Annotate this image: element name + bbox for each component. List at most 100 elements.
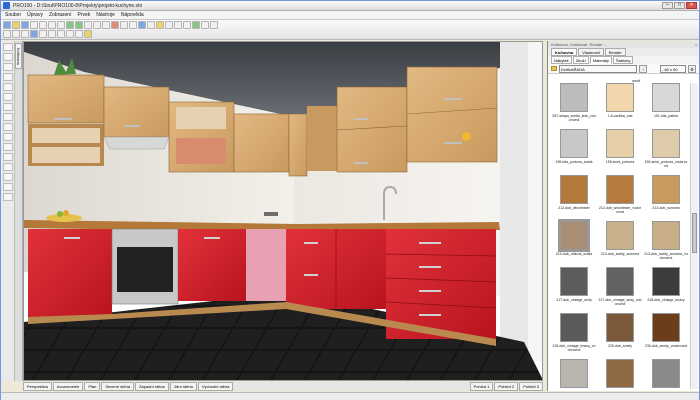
save-icon[interactable] xyxy=(21,21,29,29)
tab-view-3[interactable]: Pohled 3 xyxy=(519,382,543,391)
zoom-fit-icon[interactable] xyxy=(183,21,191,29)
menu-help[interactable]: Nápověda xyxy=(121,12,144,18)
rotate-icon[interactable] xyxy=(102,21,110,29)
solid-icon[interactable] xyxy=(48,30,56,38)
group-icon[interactable] xyxy=(120,21,128,29)
menu-tools[interactable]: Nástroje xyxy=(96,12,115,18)
zoom-out-icon[interactable] xyxy=(174,21,182,29)
material-swatch[interactable]: 155-smrk_portuna xyxy=(598,129,642,177)
camera-tool-icon[interactable] xyxy=(3,183,13,191)
tab-render[interactable]: Render xyxy=(604,48,626,56)
copy-icon[interactable] xyxy=(48,21,56,29)
light-icon[interactable] xyxy=(147,21,155,29)
align-icon[interactable] xyxy=(129,21,137,29)
material-swatch[interactable]: 217-dub_vintage_sedy_vodorovná xyxy=(598,267,642,315)
folder-select[interactable]: Dvířka\ŘADA xyxy=(559,64,637,73)
select-icon[interactable] xyxy=(84,21,92,29)
subtab-furniture[interactable]: Nábytek xyxy=(551,56,572,64)
material-swatch[interactable]: 231-dub_arcos xyxy=(552,359,596,389)
render-icon[interactable] xyxy=(138,21,146,29)
cut-icon[interactable] xyxy=(39,21,47,29)
thumbnail-size-select[interactable]: - 60 x 60 xyxy=(660,64,686,73)
view-top-icon[interactable] xyxy=(12,30,20,38)
material-swatch[interactable]: 217-dub_vintage_sedy xyxy=(552,267,596,315)
scrollbar-thumb[interactable] xyxy=(692,213,697,253)
tab-plan[interactable]: Plán xyxy=(84,382,101,391)
material-swatch[interactable]: 232-dub_arcos_vodorovná xyxy=(598,359,642,389)
material-swatch[interactable]: 230-dub_smely_vodorovná xyxy=(644,313,688,361)
camera-icon[interactable] xyxy=(156,21,164,29)
light-tool-icon[interactable] xyxy=(3,193,13,201)
paste-icon[interactable] xyxy=(57,21,65,29)
wall-icon[interactable] xyxy=(192,21,200,29)
view-front-icon[interactable] xyxy=(3,30,11,38)
close-button[interactable]: ✕ xyxy=(686,2,697,9)
zoom-in-icon[interactable] xyxy=(165,21,173,29)
panel-scrollbar[interactable] xyxy=(690,83,698,389)
subtab-goods[interactable]: Zboží xyxy=(572,56,589,64)
view-3d-icon[interactable] xyxy=(30,30,38,38)
undo-icon[interactable] xyxy=(66,21,74,29)
material-swatch[interactable]: 233-dub_grafit xyxy=(644,359,688,389)
wireframe-icon[interactable] xyxy=(39,30,47,38)
tab-properties[interactable]: Vlastnosti xyxy=(578,48,604,56)
layer-tool-icon[interactable] xyxy=(3,173,13,181)
tab-axonometric[interactable]: Axonometrie xyxy=(52,382,84,391)
material-swatch[interactable]: 213-dub_svetly_sonoma_vodorovná xyxy=(644,221,688,269)
shadow-icon[interactable] xyxy=(57,30,65,38)
distribute-tool-icon[interactable] xyxy=(3,133,13,141)
material-swatch[interactable]: 218-dub_vintage_tmavy_vodorovná xyxy=(552,313,596,361)
material-swatch[interactable]: 212-dub_sonoma xyxy=(644,175,688,223)
grid-icon[interactable] xyxy=(66,30,74,38)
group-tool-icon[interactable] xyxy=(3,143,13,151)
maximize-button[interactable]: □ xyxy=(674,2,685,9)
material-swatch[interactable]: 087-skapa_svetla_lesk_vodorovná xyxy=(552,83,596,131)
3d-viewport[interactable] xyxy=(23,41,543,381)
tab-north-wall[interactable]: Severní stěna xyxy=(101,382,135,391)
subtab-materials[interactable]: Materiály xyxy=(589,56,612,64)
material-swatch[interactable]: 213-dub_svetly_sonoma xyxy=(598,221,642,269)
pointer-tool-icon[interactable] xyxy=(3,43,13,51)
eyedropper-tool-icon[interactable] xyxy=(3,73,13,81)
view-side-icon[interactable] xyxy=(21,30,29,38)
side-tab-library[interactable]: Knihovna xyxy=(15,43,22,69)
scale-tool-icon[interactable] xyxy=(3,103,13,111)
folder-up-icon[interactable]: ↑ xyxy=(639,64,647,73)
material-swatch[interactable]: 212-dub_winchester xyxy=(552,175,596,223)
dimension-icon[interactable] xyxy=(84,30,92,38)
tab-view-2[interactable]: Pohled 2 xyxy=(494,382,519,391)
material-swatch[interactable]: 213-dub_natural_svislá xyxy=(552,219,596,269)
measure-icon[interactable] xyxy=(201,21,209,29)
texture-icon[interactable] xyxy=(210,21,218,29)
ungroup-tool-icon[interactable] xyxy=(3,153,13,161)
menu-edit[interactable]: Úpravy xyxy=(27,12,43,18)
material-swatch[interactable]: 218-dub_vintage_tmavy xyxy=(644,267,688,315)
new-icon[interactable] xyxy=(3,21,11,29)
material-swatch[interactable]: 155-smrk_portuna_vodorovná xyxy=(644,129,688,177)
tab-library[interactable]: Knihovna xyxy=(551,48,578,56)
rotate-tool-icon[interactable] xyxy=(3,93,13,101)
lock-tool-icon[interactable] xyxy=(3,163,13,171)
paint-tool-icon[interactable] xyxy=(3,83,13,91)
material-swatch[interactable]: 212-dub_winchester_vodorovná xyxy=(598,175,642,223)
open-icon[interactable] xyxy=(12,21,20,29)
panel-close-icon[interactable]: × xyxy=(693,41,699,48)
menu-element[interactable]: Prvek xyxy=(77,12,90,18)
pencil-tool-icon[interactable] xyxy=(3,63,13,71)
print-icon[interactable] xyxy=(30,21,38,29)
subtab-templates[interactable]: Šablony xyxy=(612,56,634,64)
settings-icon[interactable]: ⚙ xyxy=(688,64,696,73)
material-swatch[interactable]: 229-dub_smely xyxy=(598,313,642,361)
snap-icon[interactable] xyxy=(75,30,83,38)
material-swatch[interactable]: 151-bila_patina xyxy=(644,83,688,131)
tab-south-wall[interactable]: Jižní stěna xyxy=(169,382,197,391)
delete-icon[interactable] xyxy=(111,21,119,29)
tab-perspective[interactable]: Perspektiva xyxy=(23,382,52,391)
menu-view[interactable]: Zobrazení xyxy=(49,12,72,18)
menu-file[interactable]: Soubor xyxy=(5,12,21,18)
align-tool-icon[interactable] xyxy=(3,123,13,131)
mirror-tool-icon[interactable] xyxy=(3,113,13,121)
tab-east-wall[interactable]: Východní stěna xyxy=(197,382,234,391)
hand-tool-icon[interactable] xyxy=(3,53,13,61)
minimize-button[interactable]: – xyxy=(662,2,673,9)
